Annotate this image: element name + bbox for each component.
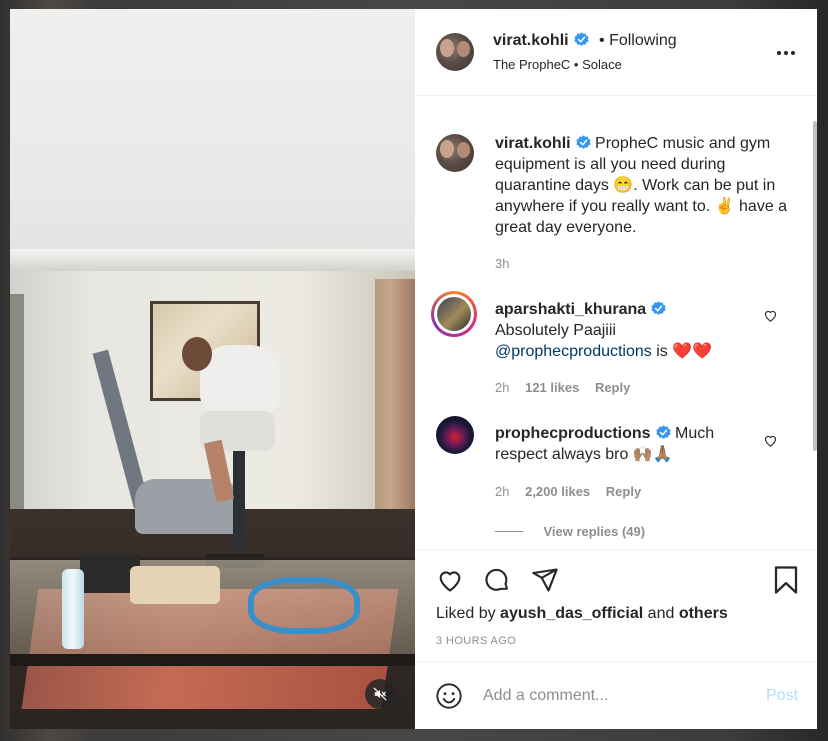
comments-list[interactable]: virat.kohli PropheC music and gym equipm… <box>415 96 817 548</box>
verified-badge-icon <box>655 425 671 439</box>
video-scene-person <box>160 331 280 503</box>
share-icon[interactable] <box>530 566 560 594</box>
comment-reply-button[interactable]: Reply <box>606 484 641 499</box>
caption-avatar[interactable] <box>436 134 474 172</box>
comment-text: Absolutely Paajiii <box>495 322 616 339</box>
video-scene-curtain <box>375 279 415 509</box>
verified-badge-icon <box>573 32 589 46</box>
post-modal: virat.kohli • Following The PropheC • So… <box>10 9 817 729</box>
post-header: virat.kohli • Following The PropheC • So… <box>415 9 817 96</box>
video-scene-door <box>10 294 24 514</box>
more-options-icon <box>777 51 781 55</box>
post-side-panel: virat.kohli • Following The PropheC • So… <box>415 9 817 729</box>
comment-avatar[interactable] <box>437 297 471 331</box>
bookmark-icon[interactable] <box>771 565 801 595</box>
comment-avatar[interactable] <box>436 416 474 454</box>
caption-username[interactable]: virat.kohli <box>495 135 571 152</box>
comment-username[interactable]: aparshakti_khurana <box>495 301 646 318</box>
likes-summary: Liked by ayush_das_official and others <box>436 605 728 623</box>
add-comment-row: Post <box>415 661 817 730</box>
audio-subtitle[interactable]: The PropheC • Solace <box>493 57 622 72</box>
comment-mention-link[interactable]: @prophecproductions <box>495 343 652 360</box>
author-avatar[interactable] <box>436 33 474 71</box>
comments-scrollbar[interactable] <box>813 121 817 451</box>
heart-icon[interactable] <box>435 566 465 594</box>
comment-likes-count[interactable]: 2,200 likes <box>525 484 590 499</box>
likes-and: and <box>647 605 675 622</box>
post-timestamp: 3 HOURS AGO <box>436 635 517 647</box>
view-replies-line <box>495 531 523 533</box>
video-scene-table-edge <box>10 654 415 666</box>
comment-time: 2h <box>495 484 510 499</box>
video-scene-cornice <box>10 249 415 273</box>
author-line: virat.kohli • Following <box>493 32 677 50</box>
comment-text-block: aparshakti_khurana Absolutely Paajiii @p… <box>495 299 765 362</box>
mute-icon <box>373 687 387 701</box>
likes-user-link[interactable]: ayush_das_official <box>500 605 643 622</box>
video-scene-tray <box>130 566 220 604</box>
comment-icon[interactable] <box>482 566 512 594</box>
likes-others-link[interactable]: others <box>679 605 728 622</box>
following-status[interactable]: • Following <box>599 32 677 49</box>
comment-reply-button[interactable]: Reply <box>595 380 630 395</box>
comment-time: 2h <box>495 380 510 395</box>
comment-text-block: prophecproductions Much respect always b… <box>495 423 765 465</box>
view-replies-label: View replies (49) <box>543 524 646 539</box>
comment-meta: 2h 121 likes Reply <box>495 380 630 395</box>
comment-likes-count[interactable]: 121 likes <box>525 380 579 395</box>
comment-input[interactable] <box>483 684 753 708</box>
verified-badge-icon <box>651 301 666 315</box>
post-comment-button[interactable]: Post <box>766 687 798 705</box>
comment-text-end: is ❤️❤️ <box>656 343 713 360</box>
comment-username[interactable]: prophecproductions <box>495 425 651 442</box>
comment-like-icon[interactable] <box>763 433 778 448</box>
post-video[interactable] <box>10 9 415 729</box>
likes-prefix: Liked by <box>436 605 496 622</box>
emoji-icon[interactable] <box>435 682 463 710</box>
more-options-button[interactable] <box>777 43 797 63</box>
author-username[interactable]: virat.kohli <box>493 32 569 49</box>
view-replies-button[interactable]: View replies (49) <box>495 523 645 541</box>
video-scene-resistance-band <box>248 577 360 634</box>
mute-button[interactable] <box>365 679 395 709</box>
comment-like-icon[interactable] <box>763 308 778 323</box>
caption-time: 3h <box>495 256 510 271</box>
caption-text-block: virat.kohli PropheC music and gym equipm… <box>495 133 795 238</box>
video-scene-bottle <box>62 569 84 649</box>
comment-meta: 2h 2,200 likes Reply <box>495 484 641 499</box>
verified-badge-icon <box>575 135 591 149</box>
comment-avatar-ring <box>431 291 477 337</box>
